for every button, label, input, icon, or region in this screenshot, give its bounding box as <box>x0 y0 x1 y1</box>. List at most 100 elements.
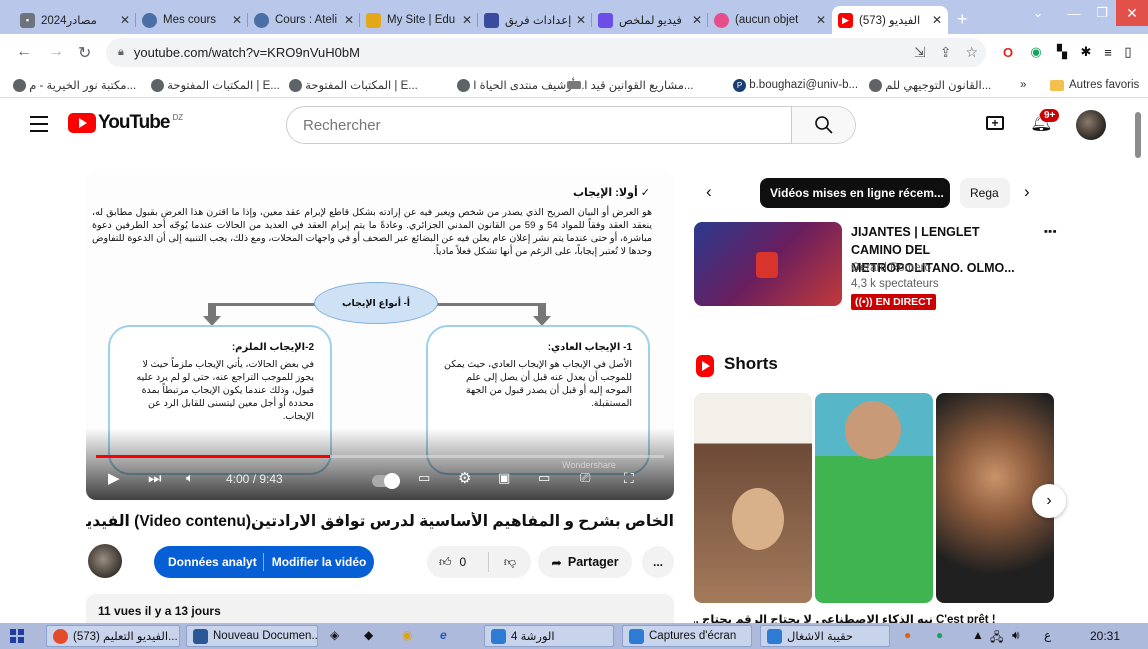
bookmark-label: مكتبة نور الخيرية - م... <box>29 80 137 92</box>
analytics-button[interactable]: Données analyt <box>154 555 257 569</box>
subtitles-icon[interactable]: ▭ <box>418 468 430 488</box>
window-close-button[interactable]: ✕ <box>1116 0 1148 26</box>
window-maximize-button[interactable]: ❐ <box>1088 0 1116 26</box>
fullscreen-icon[interactable]: ⛶ <box>624 468 634 488</box>
browser-tab[interactable]: My Site | Edu ✕ <box>360 6 478 34</box>
back-arrow-icon[interactable]: ← <box>16 43 32 61</box>
bookmark-item[interactable]: المكتبات المفتوحة | E... <box>284 76 418 94</box>
input-language[interactable]: ع <box>1044 628 1051 642</box>
account-avatar[interactable] <box>1076 110 1106 140</box>
close-tab-icon[interactable]: ✕ <box>120 13 130 27</box>
chip-regarde[interactable]: Rega <box>960 178 1010 208</box>
close-tab-icon[interactable]: ✕ <box>576 13 586 27</box>
chrome-tray-icon[interactable]: ● <box>936 628 943 642</box>
taskbar-item-word[interactable]: Nouveau Documen... <box>186 625 318 647</box>
chip-recent-uploads[interactable]: Vidéos mises en ligne récem... <box>760 178 950 208</box>
bookmark-item[interactable]: المكتبات المفتوحة | E... <box>146 76 280 94</box>
taskbar-item-folder[interactable]: الورشة 4 <box>484 625 614 647</box>
browser-tab[interactable]: (aucun objet ✕ <box>708 6 832 34</box>
bookmark-star-icon[interactable]: ☆ <box>965 44 978 61</box>
taskbar-app-icon[interactable]: ◈ <box>330 628 339 642</box>
volume-icon[interactable]: 🔈︎ <box>186 468 194 488</box>
search-input[interactable]: Rechercher <box>286 106 792 144</box>
windows-taskbar: (573) الفيديو التعليم... Nouveau Documen… <box>0 623 1148 649</box>
extension-icon[interactable]: ▚ <box>1052 42 1072 62</box>
dislike-button[interactable]: 👎︎ <box>489 555 531 570</box>
menu-hamburger-icon[interactable] <box>30 116 48 137</box>
page-scrollbar[interactable] <box>1135 112 1141 158</box>
settings-gear-icon[interactable]: ⚙ <box>458 468 471 488</box>
chips-next-icon[interactable]: › <box>1024 182 1030 202</box>
taskbar-app-icon[interactable]: ◉ <box>402 628 412 642</box>
close-tab-icon[interactable]: ✕ <box>932 13 942 27</box>
taskbar-item-chrome[interactable]: (573) الفيديو التعليم... <box>46 625 180 647</box>
autoplay-toggle[interactable] <box>372 473 400 489</box>
tray-up-arrow-icon[interactable]: ▲ <box>972 628 984 642</box>
other-bookmarks-folder[interactable]: Autres favoris <box>1050 76 1139 94</box>
windows-start-icon[interactable] <box>10 629 24 643</box>
speaker-icon[interactable]: 🔊︎ <box>1012 628 1020 643</box>
install-app-icon[interactable]: ⇲ <box>914 44 926 61</box>
bookmark-item[interactable]: مشاريع القوانين قيد ا... <box>562 76 693 94</box>
recommended-channel[interactable]: Gerard Romero <box>851 262 931 274</box>
close-tab-icon[interactable]: ✕ <box>816 13 826 27</box>
opera-extension-icon[interactable]: O <box>998 42 1018 62</box>
bookmark-item[interactable]: مكتبة نور الخيرية - م... <box>8 76 136 94</box>
network-icon[interactable]: 🖧︎ <box>990 628 1003 649</box>
tab-title: إعدادات فريق <box>505 15 572 27</box>
firefox-icon[interactable]: ● <box>904 628 911 642</box>
bookmarks-overflow-button[interactable]: » <box>1020 76 1026 94</box>
bookmark-item[interactable]: P b.boughazi@univ-b... <box>728 76 858 94</box>
next-video-icon[interactable]: ⏭︎ <box>148 468 162 488</box>
tab-search-icon[interactable]: ⌄ <box>1024 0 1052 26</box>
browser-tab[interactable]: إعدادات فريق ✕ <box>478 6 592 34</box>
shorts-next-button[interactable]: › <box>1032 484 1066 518</box>
channel-avatar[interactable] <box>88 544 122 578</box>
browser-tab-active[interactable]: ▶ (573) الفيديو ✕ <box>832 6 948 34</box>
recommended-thumbnail[interactable] <box>694 222 842 306</box>
video-player[interactable]: ✓ أولا: الإيجاب هو العرض أو البيان الصري… <box>86 170 674 500</box>
taskbar-app-icon[interactable]: ◆ <box>364 628 373 642</box>
window-minimize-button[interactable]: — <box>1060 0 1088 26</box>
reload-icon[interactable]: ↻ <box>78 43 91 63</box>
forward-arrow-icon[interactable]: → <box>48 43 64 61</box>
chips-previous-icon[interactable]: ‹ <box>706 182 712 202</box>
address-bar[interactable]: 🔒︎ youtube.com/watch?v=KRO9nVuH0bM ⇲ ⇪ ☆ <box>106 38 986 67</box>
reading-list-icon[interactable]: ≡ <box>1098 42 1118 62</box>
browser-tab[interactable]: Mes cours ✕ <box>136 6 248 34</box>
search-button[interactable] <box>792 106 856 144</box>
close-tab-icon[interactable]: ✕ <box>692 13 702 27</box>
theater-mode-icon[interactable]: ▭ <box>538 468 550 488</box>
create-video-icon[interactable]: + <box>986 116 1004 130</box>
browser-tab[interactable]: ▪ مصادر2024 ✕ <box>14 6 136 34</box>
edit-video-button[interactable]: Modifier la vidéo <box>264 555 367 569</box>
cast-icon[interactable]: ⎚ <box>580 468 590 488</box>
play-icon[interactable]: ▶ <box>108 468 120 488</box>
close-tab-icon[interactable]: ✕ <box>462 13 472 27</box>
taskbar-item-folder[interactable]: Captures d'écran <box>622 625 752 647</box>
taskbar-clock: 20:31 <box>1090 629 1121 643</box>
share-page-icon[interactable]: ⇪ <box>940 44 952 61</box>
share-button[interactable]: ➦ Partager <box>538 546 632 578</box>
like-button[interactable]: 👍︎ 0 <box>427 552 489 572</box>
close-tab-icon[interactable]: ✕ <box>344 13 354 27</box>
new-tab-button[interactable]: + <box>957 9 968 30</box>
browser-tab[interactable]: Cours : Ateli ✕ <box>248 6 360 34</box>
short-thumbnail[interactable] <box>694 393 812 603</box>
grammarly-extension-icon[interactable]: ◉ <box>1026 42 1046 62</box>
side-panel-icon[interactable]: ▯ <box>1118 42 1138 62</box>
taskbar-item-folder[interactable]: حقيبة الاشغال <box>760 625 890 647</box>
browser-tab[interactable]: فيديو لملخص ✕ <box>592 6 708 34</box>
like-dislike-group: 👍︎ 0 👎︎ <box>427 546 531 578</box>
recommended-menu-icon[interactable]: ⋮ <box>1040 224 1058 239</box>
close-tab-icon[interactable]: ✕ <box>232 13 242 27</box>
extensions-puzzle-icon[interactable]: ✱ <box>1076 42 1096 62</box>
lock-icon[interactable]: 🔒︎ <box>118 46 124 59</box>
bookmark-item[interactable]: القانون التوجيهي للم... <box>864 76 991 94</box>
miniplayer-icon[interactable]: ▣ <box>498 468 510 488</box>
youtube-logo[interactable]: YouTube DZ <box>68 113 183 133</box>
internet-explorer-icon[interactable]: e <box>440 628 447 642</box>
short-thumbnail[interactable] <box>815 393 933 603</box>
progress-bar[interactable] <box>96 455 664 458</box>
more-actions-button[interactable]: ... <box>642 546 674 578</box>
